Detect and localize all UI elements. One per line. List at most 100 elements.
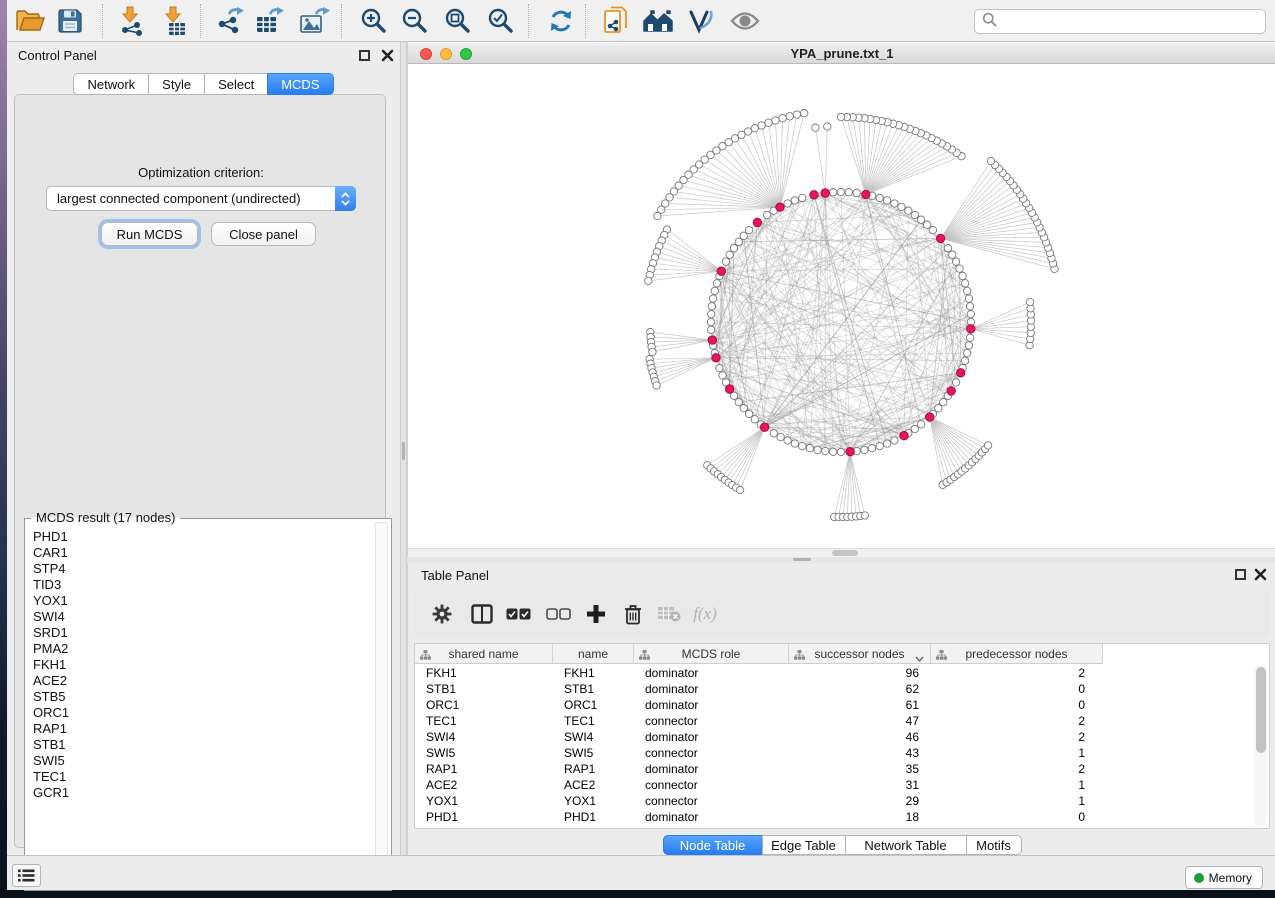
tab-network[interactable]: Network <box>73 73 149 95</box>
run-mcds-button[interactable]: Run MCDS <box>101 222 198 246</box>
add-column-icon[interactable] <box>580 598 612 630</box>
network-node[interactable] <box>716 364 723 371</box>
export-table-icon[interactable] <box>252 5 286 37</box>
network-node[interactable] <box>964 287 971 294</box>
column-header-predecessor-nodes[interactable]: predecessor nodes <box>931 644 1103 664</box>
table-row[interactable]: FKH1FKH1dominator962 <box>415 665 1103 681</box>
column-header-shared-name[interactable]: shared name <box>415 644 553 664</box>
table-row[interactable]: RAP1RAP1dominator352 <box>415 761 1103 777</box>
network-node[interactable] <box>745 226 752 233</box>
network-node[interactable] <box>726 251 733 258</box>
network-node[interactable] <box>845 189 852 196</box>
table-vscrollbar-thumb[interactable] <box>1256 667 1266 753</box>
network-node[interactable] <box>965 295 972 302</box>
network-node[interactable] <box>707 318 714 325</box>
network-node[interactable] <box>745 410 752 417</box>
network-node[interactable] <box>719 372 726 379</box>
network-node[interactable] <box>961 280 968 287</box>
tab-mcds[interactable]: MCDS <box>267 73 333 95</box>
network-node[interactable] <box>806 445 813 452</box>
mcds-result-item[interactable]: TID3 <box>33 577 371 593</box>
mcds-result-item[interactable]: RAP1 <box>33 721 371 737</box>
network-node[interactable] <box>654 212 661 219</box>
network-hscrollbar-thumb[interactable] <box>832 550 858 556</box>
zoom-in-icon[interactable] <box>356 5 390 37</box>
network-node[interactable] <box>987 157 994 164</box>
network-hub-node[interactable] <box>947 387 955 395</box>
mcds-result-item[interactable]: SWI5 <box>33 753 371 769</box>
network-hub-node[interactable] <box>753 218 761 226</box>
network-node[interactable] <box>751 416 758 423</box>
network-hub-node[interactable] <box>862 190 870 198</box>
new-network-from-selection-icon[interactable] <box>599 5 633 37</box>
network-hub-node[interactable] <box>712 354 720 362</box>
close-panel-button[interactable]: Close panel <box>211 222 316 246</box>
network-hub-node[interactable] <box>926 413 934 421</box>
network-node[interactable] <box>911 425 918 432</box>
close-table-panel-icon[interactable] <box>1254 568 1267 581</box>
network-node[interactable] <box>793 111 800 118</box>
table-row[interactable]: ACE2ACE2connector311 <box>415 777 1103 793</box>
import-network-icon[interactable] <box>115 5 149 37</box>
table-settings-gear-icon[interactable] <box>426 598 458 630</box>
network-node[interactable] <box>898 203 905 210</box>
network-node[interactable] <box>814 446 821 453</box>
network-node[interactable] <box>935 405 942 412</box>
search-input[interactable] <box>1002 12 1265 32</box>
network-node[interactable] <box>822 447 829 454</box>
mcds-result-item[interactable]: CAR1 <box>33 545 371 561</box>
table-row[interactable]: SWI4SWI4dominator462 <box>415 729 1103 745</box>
network-node[interactable] <box>708 311 715 318</box>
mcds-result-list[interactable]: PHD1CAR1STP4TID3YOX1SWI4SRD1PMA2FKH1ACE2… <box>33 529 371 884</box>
network-node[interactable] <box>735 399 742 406</box>
close-panel-icon[interactable] <box>381 49 394 62</box>
network-node[interactable] <box>779 115 786 122</box>
column-header-successor-nodes[interactable]: successor nodes <box>789 644 931 664</box>
tab-node-table[interactable]: Node Table <box>663 835 763 855</box>
float-table-panel-icon[interactable] <box>1235 569 1246 580</box>
network-node[interactable] <box>891 200 898 207</box>
save-session-icon[interactable] <box>53 5 87 37</box>
network-node[interactable] <box>711 287 718 294</box>
network-node[interactable] <box>853 189 860 196</box>
show-home-icon[interactable] <box>641 5 675 37</box>
network-node[interactable] <box>784 437 791 444</box>
mcds-result-item[interactable]: SRD1 <box>33 625 371 641</box>
mcds-result-item[interactable]: ACE2 <box>33 673 371 689</box>
open-session-icon[interactable] <box>13 5 47 37</box>
network-hub-node[interactable] <box>725 385 733 393</box>
network-node[interactable] <box>645 277 652 284</box>
network-node[interactable] <box>861 512 868 519</box>
network-node[interactable] <box>791 197 798 204</box>
network-node[interactable] <box>786 113 793 120</box>
network-node[interactable] <box>964 349 971 356</box>
network-node[interactable] <box>758 122 765 129</box>
mcds-result-item[interactable]: STB1 <box>33 737 371 753</box>
mcds-result-item[interactable]: TEC1 <box>33 769 371 785</box>
network-node[interactable] <box>837 448 844 455</box>
table-vscrollbar[interactable] <box>1254 665 1267 827</box>
network-node[interactable] <box>883 197 890 204</box>
network-node[interactable] <box>952 258 959 265</box>
network-node[interactable] <box>952 379 959 386</box>
tab-edge-table[interactable]: Edge Table <box>762 835 846 855</box>
network-node[interactable] <box>940 399 947 406</box>
network-canvas[interactable] <box>408 64 1275 548</box>
table-row[interactable]: STB1STB1dominator620 <box>415 681 1103 697</box>
table-row[interactable]: ORC1ORC1dominator610 <box>415 697 1103 713</box>
network-node[interactable] <box>1026 298 1033 305</box>
network-node[interactable] <box>966 303 973 310</box>
network-hub-node[interactable] <box>717 267 725 275</box>
network-node[interactable] <box>730 245 737 252</box>
network-node[interactable] <box>708 326 715 333</box>
column-header-MCDS-role[interactable]: MCDS role <box>634 644 789 664</box>
zoom-out-icon[interactable] <box>397 5 431 37</box>
mcds-result-item[interactable]: STP4 <box>33 561 371 577</box>
table-row[interactable]: PHD1PHD1dominator180 <box>415 809 1103 825</box>
column-header-name[interactable]: name <box>553 644 634 664</box>
network-node[interactable] <box>876 194 883 201</box>
network-node[interactable] <box>777 433 784 440</box>
network-node[interactable] <box>905 207 912 214</box>
network-node[interactable] <box>868 445 875 452</box>
table-row[interactable]: SWI5SWI5connector431 <box>415 745 1103 761</box>
